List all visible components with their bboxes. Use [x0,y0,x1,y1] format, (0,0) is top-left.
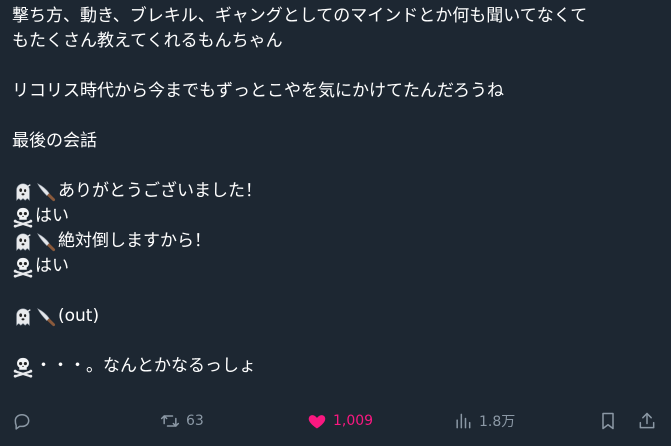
text-line: (out) [12,304,662,329]
tweet-card: 撃ち方、動き、ブレキル、ギャングとしてのマインドとか何も聞いてなくて もたくさん教… [0,0,671,446]
reply-icon [12,411,32,431]
knife-emoji [35,181,57,203]
heart-icon [307,411,327,431]
retweet-count: 63 [186,413,204,429]
tweet-text: 撃ち方、動き、ブレキル、ギャングとしてのマインドとか何も聞いてなくて もたくさん教… [12,4,662,379]
bookmark-icon [598,411,618,431]
views-count: 1.8万 [479,414,516,430]
line-text: はい [35,256,69,276]
line-text: リコリス時代から今までもずっとこやを気にかけてたんだろうね [12,81,504,101]
retweet-icon [160,411,180,431]
line-text: 最後の会話 [12,131,97,151]
line-text: もたくさん教えてくれるもんちゃん [12,31,283,51]
ghost-emoji [12,181,34,203]
text-line: ・・・。なんとかなるっしょ [12,354,662,379]
text-line: はい [12,254,662,279]
tweet-action-bar: 63 1,009 1.8万 [0,405,671,437]
line-text: ・・・。なんとかなるっしょ [35,356,256,376]
share-button[interactable] [637,405,657,437]
views-icon [453,411,473,431]
line-text: (out) [58,306,100,326]
skull-crossbones-emoji [12,206,34,228]
reply-button[interactable] [12,405,38,437]
text-line: はい [12,204,662,229]
line-text: 絶対倒しますから！ [58,231,211,251]
text-line: 最後の会話 [12,129,662,154]
ghost-emoji [12,231,34,253]
text-line: ありがとうございました！ [12,179,662,204]
skull-crossbones-emoji [12,256,34,278]
knife-emoji [35,306,57,328]
text-line: リコリス時代から今までもずっとこやを気にかけてたんだろうね [12,79,662,104]
ghost-emoji [12,306,34,328]
retweet-button[interactable]: 63 [160,405,204,437]
views-button[interactable]: 1.8万 [453,405,515,437]
line-text: はい [35,206,69,226]
line-text: 撃ち方、動き、ブレキル、ギャングとしてのマインドとか何も聞いてなくて [12,6,588,26]
knife-emoji [35,231,57,253]
like-count: 1,009 [333,413,374,429]
text-line: もたくさん教えてくれるもんちゃん [12,29,662,54]
like-button[interactable]: 1,009 [307,405,373,437]
line-text: ありがとうございました！ [58,181,262,201]
bookmark-button[interactable] [598,405,618,437]
share-icon [637,411,657,431]
skull-crossbones-emoji [12,356,34,378]
text-line: 絶対倒しますから！ [12,229,662,254]
text-line: 撃ち方、動き、ブレキル、ギャングとしてのマインドとか何も聞いてなくて [12,4,662,29]
